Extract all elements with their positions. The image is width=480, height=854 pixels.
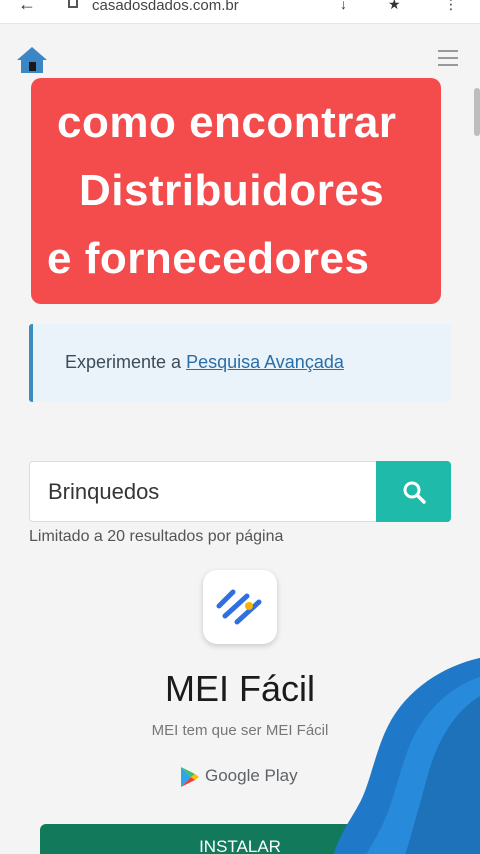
google-play-label: Google Play <box>205 766 298 785</box>
person-image <box>333 657 480 854</box>
back-arrow-icon[interactable]: ← <box>18 0 36 15</box>
advanced-search-callout: Experimente a Pesquisa Avançada <box>29 324 451 402</box>
home-icon[interactable] <box>16 46 48 74</box>
google-play-icon <box>181 767 199 787</box>
lock-icon <box>68 0 78 8</box>
advanced-search-link[interactable]: Pesquisa Avançada <box>186 352 344 372</box>
mei-facil-logo-icon <box>216 589 262 625</box>
menu-icon[interactable] <box>438 50 458 66</box>
caption-line-3: e fornecedores <box>47 234 370 283</box>
callout-prefix: Experimente a <box>65 352 187 372</box>
overlay-caption: como encontrar Distribuidores e forneced… <box>31 78 441 304</box>
results-limit-text: Limitado a 20 resultados por página <box>29 528 284 545</box>
screen: ← casadosdados.com.br ↓ ★ ⋮ como encontr… <box>0 0 480 854</box>
bookmark-icon[interactable]: ★ <box>388 0 401 13</box>
search-input[interactable]: Brinquedos <box>29 461 377 522</box>
url-bar[interactable]: casadosdados.com.br <box>92 0 239 13</box>
download-icon[interactable]: ↓ <box>340 0 347 12</box>
caption-line-2: Distribuidores <box>79 166 385 215</box>
search-icon <box>403 481 426 504</box>
callout-text: Experimente a Pesquisa Avançada <box>65 352 344 373</box>
caption-line-1: como encontrar <box>57 98 397 147</box>
more-icon[interactable]: ⋮ <box>444 0 458 13</box>
app-icon[interactable] <box>203 570 277 644</box>
scrollbar[interactable] <box>474 88 480 136</box>
browser-toolbar: ← casadosdados.com.br ↓ ★ ⋮ <box>0 0 480 24</box>
search-button[interactable] <box>376 461 451 522</box>
